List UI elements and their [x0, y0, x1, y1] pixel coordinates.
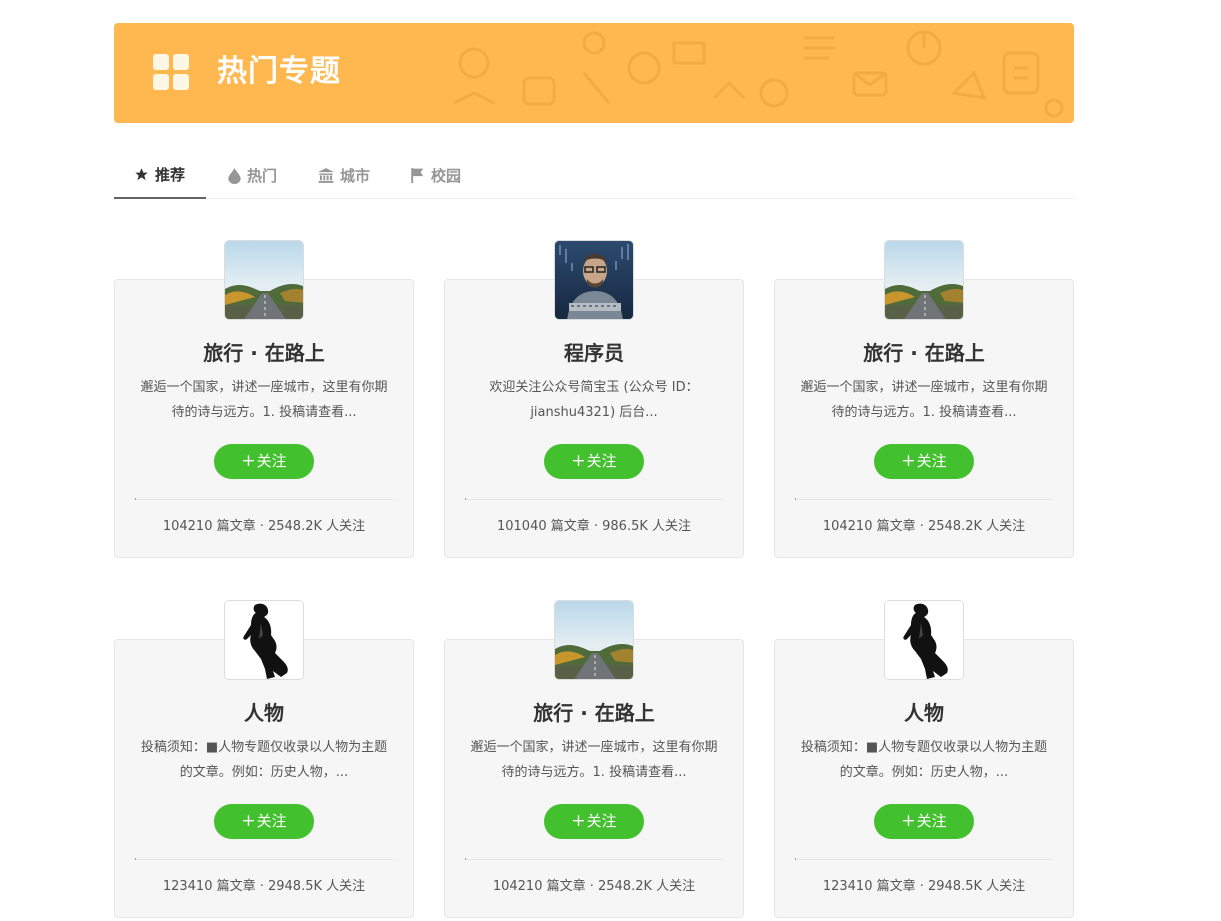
divider [135, 498, 393, 500]
plus-icon: + [241, 811, 256, 831]
follow-label: 关注 [256, 812, 287, 830]
divider [465, 498, 723, 500]
collection-card[interactable]: 人物投稿须知：■人物专题仅收录以人物为主题的文章。例如：历史人物，... +关注 1… [114, 600, 414, 918]
collection-title[interactable]: 程序员 [445, 339, 743, 367]
divider [795, 498, 1053, 500]
collection-card[interactable]: 旅行 · 在路上邂逅一个国家，讲述一座城市，这里有你期待的诗与远方。1. 投稿请… [444, 600, 744, 918]
divider [135, 858, 393, 860]
tab-label: 校园 [431, 167, 462, 185]
collection-stats: 104210 篇文章 · 2548.2K 人关注 [492, 879, 696, 894]
collection-title[interactable]: 人物 [115, 699, 413, 727]
collection-card[interactable]: 程序员欢迎关注公众号简宝玉 (公众号 ID：jianshu4321) 后台...… [444, 240, 744, 558]
follow-button[interactable]: +关注 [214, 804, 314, 839]
tab-bar: 推荐 热门 城市 校园 [114, 152, 1074, 199]
collection-title[interactable]: 旅行 · 在路上 [445, 699, 743, 727]
collection-title[interactable]: 旅行 · 在路上 [115, 339, 413, 367]
tab-label: 热门 [247, 167, 278, 185]
collection-avatar[interactable] [554, 240, 634, 320]
collection-stats: 101040 篇文章 · 986.5K 人关注 [496, 519, 692, 534]
page-title: 热门专题 [217, 54, 341, 89]
follow-label: 关注 [916, 452, 947, 470]
road-landscape-image [555, 601, 633, 679]
plus-icon: + [571, 451, 586, 471]
collection-description: 投稿须知：■人物专题仅收录以人物为主题的文章。例如：历史人物，... [140, 740, 388, 780]
star-icon [135, 168, 148, 181]
follow-label: 关注 [256, 452, 287, 470]
tab-recommend[interactable]: 推荐 [114, 152, 206, 199]
collection-avatar[interactable] [884, 240, 964, 320]
follow-label: 关注 [916, 812, 947, 830]
plus-icon: + [901, 451, 916, 471]
fire-icon [228, 167, 241, 184]
collection-avatar[interactable] [884, 600, 964, 680]
follow-button[interactable]: +关注 [874, 804, 974, 839]
collection-avatar[interactable] [554, 600, 634, 680]
collection-title[interactable]: 人物 [775, 699, 1073, 727]
divider [465, 858, 723, 860]
bank-icon [318, 168, 334, 183]
collection-stats: 123410 篇文章 · 2948.5K 人关注 [162, 879, 366, 894]
follow-label: 关注 [586, 452, 617, 470]
header-banner: 热门专题 [114, 23, 1074, 123]
collection-description: 邂逅一个国家，讲述一座城市，这里有你期待的诗与远方。1. 投稿请查看... [800, 380, 1048, 420]
banner-pattern-icons [453, 30, 1064, 118]
dancer-silhouette-image [225, 601, 303, 679]
tab-city[interactable]: 城市 [318, 152, 370, 199]
collection-description: 投稿须知：■人物专题仅收录以人物为主题的文章。例如：历史人物，... [800, 740, 1048, 780]
collection-description: 欢迎关注公众号简宝玉 (公众号 ID：jianshu4321) 后台... [489, 380, 699, 420]
plus-icon: + [571, 811, 586, 831]
flag-icon [411, 168, 424, 183]
collection-stats: 123410 篇文章 · 2948.5K 人关注 [822, 879, 1026, 894]
follow-button[interactable]: +关注 [874, 444, 974, 479]
collection-description: 邂逅一个国家，讲述一座城市，这里有你期待的诗与远方。1. 投稿请查看... [140, 380, 388, 420]
collection-card[interactable]: 旅行 · 在路上邂逅一个国家，讲述一座城市，这里有你期待的诗与远方。1. 投稿请… [774, 240, 1074, 558]
programmer-portrait-image [555, 241, 633, 319]
tab-campus[interactable]: 校园 [410, 152, 461, 199]
follow-button[interactable]: +关注 [544, 804, 644, 839]
plus-icon: + [901, 811, 916, 831]
plus-icon: + [241, 451, 256, 471]
collection-title[interactable]: 旅行 · 在路上 [775, 339, 1073, 367]
grid-icon [153, 54, 189, 90]
follow-button[interactable]: +关注 [214, 444, 314, 479]
collection-card[interactable]: 人物投稿须知：■人物专题仅收录以人物为主题的文章。例如：历史人物，... +关注 1… [774, 600, 1074, 918]
collection-avatar[interactable] [224, 240, 304, 320]
divider [795, 858, 1053, 860]
follow-label: 关注 [586, 812, 617, 830]
collection-description: 邂逅一个国家，讲述一座城市，这里有你期待的诗与远方。1. 投稿请查看... [470, 740, 718, 780]
follow-button[interactable]: +关注 [544, 444, 644, 479]
tab-label: 推荐 [155, 166, 186, 184]
road-landscape-image [225, 241, 303, 319]
collection-avatar[interactable] [224, 600, 304, 680]
collection-stats: 104210 篇文章 · 2548.2K 人关注 [162, 519, 366, 534]
dancer-silhouette-image [885, 601, 963, 679]
road-landscape-image [885, 241, 963, 319]
collection-card[interactable]: 旅行 · 在路上邂逅一个国家，讲述一座城市，这里有你期待的诗与远方。1. 投稿请… [114, 240, 414, 558]
tab-hot[interactable]: 热门 [228, 152, 277, 199]
tab-label: 城市 [340, 167, 371, 185]
collection-stats: 104210 篇文章 · 2548.2K 人关注 [822, 519, 1026, 534]
